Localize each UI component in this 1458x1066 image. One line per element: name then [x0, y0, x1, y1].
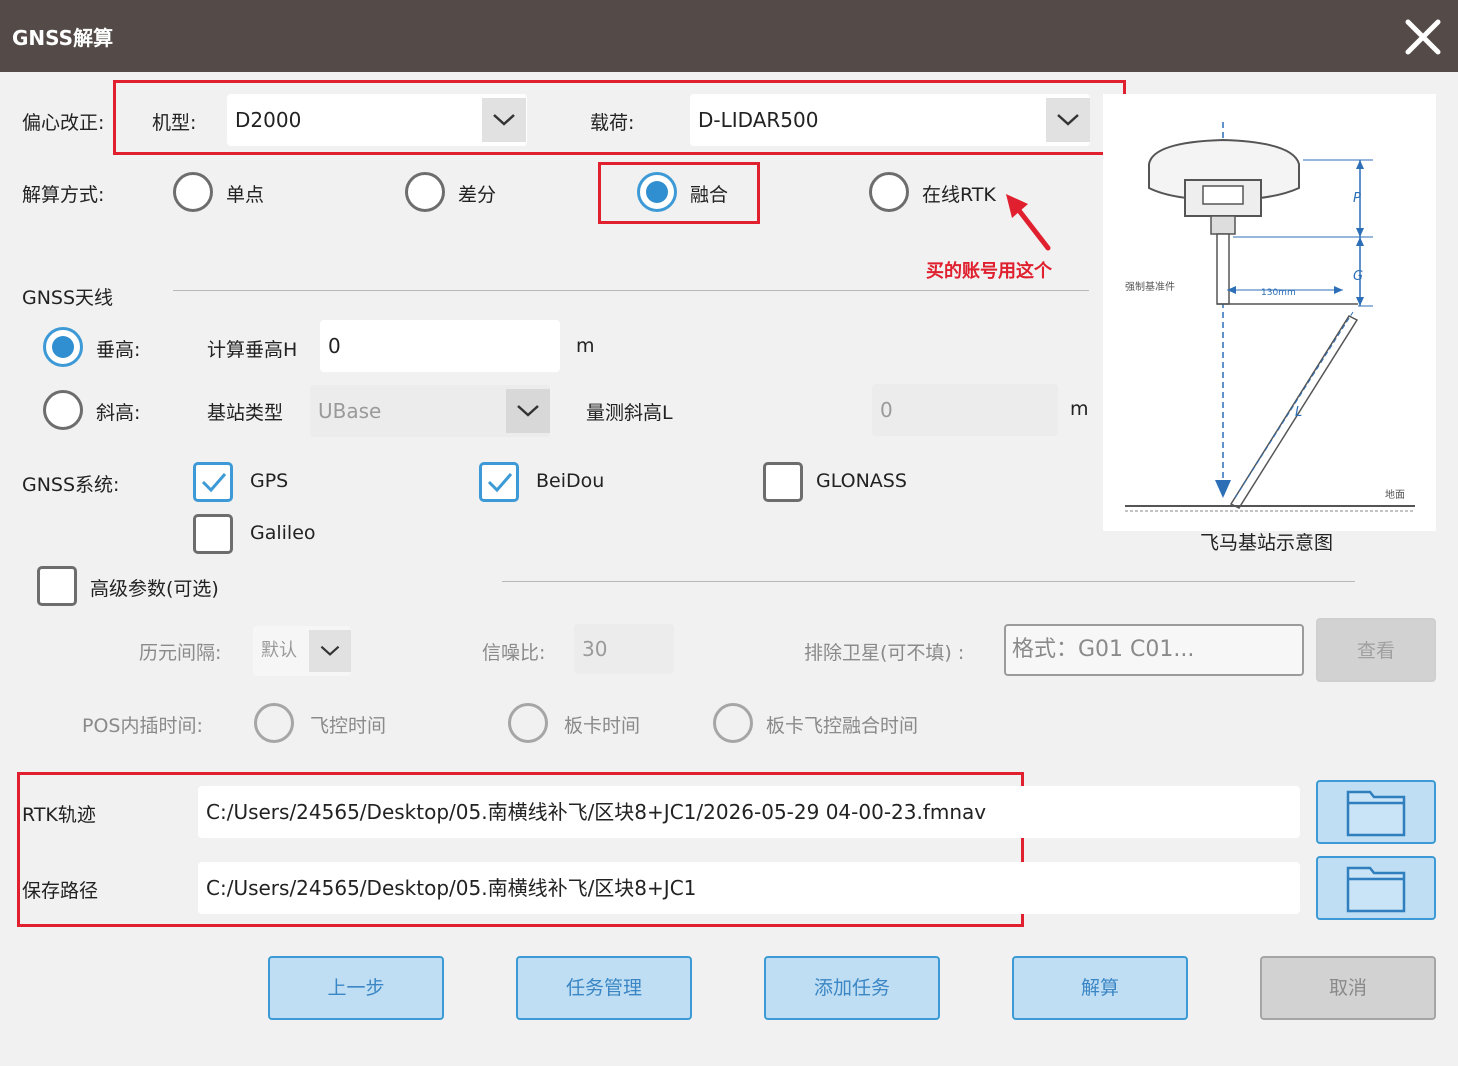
annotation-arrow-icon [1006, 194, 1051, 251]
checkbox-advanced[interactable] [37, 566, 77, 606]
title-bar [0, 0, 1458, 72]
diagram-label-p: P [1353, 191, 1361, 206]
exclude-satellite-input[interactable]: 格式：G01 C01... [1004, 624, 1304, 676]
calc-height-label: 计算垂高H [207, 339, 298, 361]
radio-online-rtk[interactable] [869, 172, 909, 212]
rtk-track-value: C:/Users/24565/Desktop/05.南横线补飞/区块8+JC1/… [206, 800, 987, 824]
eccentric-label: 偏心改正: [22, 112, 105, 134]
radio-vertical-height[interactable] [43, 327, 83, 367]
exclude-satellite-placeholder: 格式：G01 C01... [1012, 637, 1195, 662]
rtk-track-label: RTK轨迹 [22, 804, 96, 826]
rtk-track-input[interactable]: C:/Users/24565/Desktop/05.南横线补飞/区块8+JC1/… [198, 786, 1300, 838]
flight-control-time-label: 飞控时间 [310, 715, 387, 737]
solve-method-label: 解算方式: [22, 184, 105, 206]
slant-height-label: 斜高: [96, 402, 141, 424]
gnss-system-label: GNSS系统: [22, 474, 120, 496]
checkbox-gps[interactable] [193, 462, 233, 502]
payload-value: D-LIDAR500 [698, 108, 819, 132]
unit-m-1: m [576, 335, 595, 357]
unit-m-2: m [1070, 398, 1089, 420]
separator [173, 290, 1089, 291]
payload-select[interactable]: D-LIDAR500 [690, 94, 1090, 146]
diagram-caption: 飞马基站示意图 [1200, 532, 1334, 554]
base-type-value: UBase [318, 399, 382, 423]
epoch-interval-value: 默认 [261, 640, 297, 661]
differential-label: 差分 [458, 184, 497, 206]
calc-height-input[interactable]: 0 [320, 320, 560, 372]
vertical-height-label: 垂高: [96, 339, 141, 361]
online-rtk-label: 在线RTK [922, 184, 996, 206]
rtk-browse-button[interactable] [1316, 780, 1436, 844]
payload-dropdown-button[interactable] [1046, 98, 1090, 142]
measure-slant-label: 量测斜高L [586, 402, 673, 424]
highlight-box-fusion [598, 162, 760, 224]
calc-height-value: 0 [328, 334, 341, 358]
chevron-down-icon [320, 645, 340, 656]
window-title: GNSS解算 [12, 26, 114, 50]
checkmark-icon [487, 473, 513, 493]
diagram-label-g: G [1353, 269, 1363, 284]
checkbox-galileo[interactable] [193, 514, 233, 554]
save-path-input[interactable]: C:/Users/24565/Desktop/05.南横线补飞/区块8+JC1 [198, 862, 1300, 914]
save-path-label: 保存路径 [22, 880, 99, 902]
checkmark-icon [201, 473, 227, 493]
diagram-label-l: L [1295, 405, 1302, 420]
cancel-button[interactable]: 取消 [1260, 956, 1436, 1020]
folder-icon [1346, 866, 1406, 913]
chevron-down-icon [517, 405, 539, 417]
diagram-label-ground: 地面 [1385, 488, 1405, 501]
close-icon[interactable] [1400, 14, 1446, 60]
beidou-label: BeiDou [536, 470, 605, 492]
snr-value: 30 [582, 637, 608, 661]
base-station-diagram: P G L 强制基准件 130mm 地面 [1103, 94, 1436, 531]
model-label: 机型: [152, 112, 197, 134]
fusion-time-label: 板卡飞控融合时间 [766, 715, 919, 737]
separator [502, 581, 1355, 582]
radio-fusion[interactable] [637, 172, 677, 212]
pos-interp-label: POS内插时间: [82, 715, 203, 737]
chevron-down-icon [1057, 114, 1079, 126]
base-type-label: 基站类型 [207, 402, 284, 424]
diagram-label-width: 130mm [1261, 288, 1296, 298]
chevron-down-icon [493, 114, 515, 126]
galileo-label: Galileo [250, 522, 316, 544]
checkbox-glonass[interactable] [763, 462, 803, 502]
antenna-section-title: GNSS天线 [22, 287, 114, 309]
board-time-label: 板卡时间 [564, 715, 641, 737]
payload-label: 载荷: [590, 112, 635, 134]
radio-board-time[interactable] [508, 703, 548, 743]
fusion-label: 融合 [690, 184, 729, 206]
radio-differential[interactable] [405, 172, 445, 212]
save-path-value: C:/Users/24565/Desktop/05.南横线补飞/区块8+JC1 [206, 876, 697, 900]
measure-slant-value: 0 [880, 398, 893, 422]
annotation-text: 买的账号用这个 [926, 261, 1052, 282]
folder-icon [1346, 790, 1406, 837]
save-browse-button[interactable] [1316, 856, 1436, 920]
model-value: D2000 [235, 108, 302, 132]
snr-label: 信噪比: [482, 642, 546, 664]
view-button[interactable]: 查看 [1316, 618, 1436, 682]
base-type-dropdown-button[interactable] [506, 389, 550, 433]
radio-flight-control-time[interactable] [254, 703, 294, 743]
epoch-dropdown-button[interactable] [309, 630, 351, 672]
radio-fusion-time[interactable] [713, 703, 753, 743]
task-manage-button[interactable]: 任务管理 [516, 956, 692, 1020]
advanced-label: 高级参数(可选) [90, 578, 219, 600]
model-dropdown-button[interactable] [482, 98, 526, 142]
single-point-label: 单点 [226, 184, 265, 206]
prev-step-button[interactable]: 上一步 [268, 956, 444, 1020]
radio-single-point[interactable] [173, 172, 213, 212]
measure-slant-input[interactable]: 0 [872, 384, 1058, 436]
checkbox-beidou[interactable] [479, 462, 519, 502]
antenna-diagram-icon: P G L 强制基准件 130mm 地面 [1125, 122, 1415, 512]
snr-input[interactable]: 30 [574, 624, 674, 674]
solve-button[interactable]: 解算 [1012, 956, 1188, 1020]
add-task-button[interactable]: 添加任务 [764, 956, 940, 1020]
glonass-label: GLONASS [816, 470, 907, 492]
gps-label: GPS [250, 470, 289, 492]
exclude-satellite-label: 排除卫星(可不填) : [804, 642, 965, 664]
radio-slant-height[interactable] [43, 390, 83, 430]
diagram-label-rod: 强制基准件 [1125, 280, 1175, 293]
epoch-interval-label: 历元间隔: [139, 642, 222, 664]
